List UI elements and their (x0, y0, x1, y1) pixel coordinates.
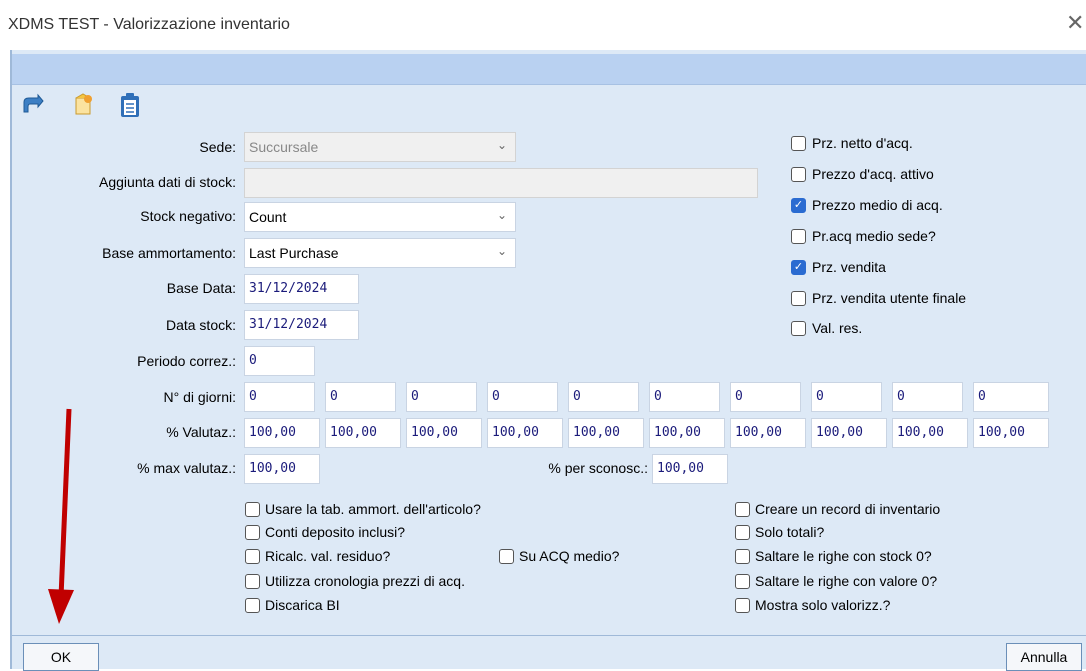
periodo-label: Periodo correz.: (137, 353, 236, 369)
sede-value: Succursale (249, 139, 319, 155)
checkbox-val-res[interactable] (791, 321, 806, 336)
giorni-field[interactable]: 0 (730, 382, 801, 412)
data-stock-label: Data stock: (165, 317, 236, 333)
giorni-label: N° di giorni: (163, 389, 236, 405)
checkbox-label: Prz. vendita utente finale (812, 290, 967, 306)
checkbox-label: Mostra solo valorizz.? (755, 597, 891, 613)
giorni-field[interactable]: 0 (811, 382, 882, 412)
checkbox-prezzo-medio[interactable]: ✓ (791, 198, 806, 213)
valutaz-field[interactable]: 100,00 (811, 418, 887, 448)
checkbox-tab-ammort[interactable] (245, 502, 260, 517)
checkbox-label: Utilizza cronologia prezzi di acq. (265, 573, 465, 589)
checkbox-cronologia-prezzi[interactable] (245, 574, 260, 589)
new-document-icon[interactable] (71, 92, 95, 118)
ok-button[interactable]: OK (23, 643, 99, 671)
valutaz-field[interactable]: 100,00 (487, 418, 563, 448)
checkbox-label: Prezzo medio di acq. (812, 197, 943, 213)
checkbox-label: Discarica BI (265, 597, 340, 613)
giorni-field[interactable]: 0 (406, 382, 477, 412)
checkbox-su-acq-medio[interactable] (499, 549, 514, 564)
annotation-arrow (40, 407, 90, 627)
giorni-field[interactable]: 0 (325, 382, 396, 412)
checkbox-label: Prz. vendita (812, 259, 886, 275)
valutaz-field[interactable]: 100,00 (730, 418, 806, 448)
checkbox-prz-vendita-finale[interactable] (791, 291, 806, 306)
chevron-down-icon: ⌄ (496, 208, 507, 222)
button-bar-divider (12, 635, 1086, 636)
sede-select: Succursale ⌄ (244, 132, 516, 162)
valutaz-label: % Valutaz.: (166, 424, 236, 440)
checkbox-label: Solo totali? (755, 524, 825, 540)
checkbox-prz-vendita[interactable]: ✓ (791, 260, 806, 275)
checkbox-ricalc-val[interactable] (245, 549, 260, 564)
checkbox-pracq-medio-sede[interactable] (791, 229, 806, 244)
valutaz-field[interactable]: 100,00 (325, 418, 401, 448)
stock-negativo-select[interactable]: Count ⌄ (244, 202, 516, 232)
checkbox-label: Creare un record di inventario (755, 501, 941, 517)
checkbox-label: Saltare le righe con stock 0? (755, 548, 932, 564)
chevron-down-icon: ⌄ (496, 244, 507, 258)
valutaz-field[interactable]: 100,00 (244, 418, 320, 448)
sede-label: Sede: (199, 139, 236, 155)
base-data-label: Base Data: (166, 280, 236, 296)
checkbox-discarica-bi[interactable] (245, 598, 260, 613)
checkbox-record-inventario[interactable] (735, 502, 750, 517)
checkbox-solo-totali[interactable] (735, 525, 750, 540)
checkbox-label: Prz. netto d'acq. (812, 135, 913, 151)
aggiunta-field (244, 168, 758, 198)
window-title: XDMS TEST - Valorizzazione inventario (8, 16, 290, 33)
clipboard-icon[interactable] (118, 92, 142, 118)
base-data-field[interactable]: 31/12/2024 (244, 274, 359, 304)
close-icon[interactable]: ✕ (1066, 12, 1084, 34)
cancel-button[interactable]: Annulla (1006, 643, 1082, 671)
giorni-field[interactable]: 0 (892, 382, 963, 412)
undo-icon[interactable] (20, 92, 44, 118)
per-sconosc-label: % per sconosc.: (548, 460, 648, 476)
max-valutaz-label: % max valutaz.: (137, 460, 236, 476)
checkbox-label: Conti deposito inclusi? (265, 524, 406, 540)
chevron-down-icon: ⌄ (496, 138, 507, 152)
giorni-field[interactable]: 0 (568, 382, 639, 412)
checkbox-conti-deposito[interactable] (245, 525, 260, 540)
checkbox-label: Su ACQ medio? (519, 548, 620, 564)
data-stock-field[interactable]: 31/12/2024 (244, 310, 359, 340)
valutaz-field[interactable]: 100,00 (649, 418, 725, 448)
giorni-field[interactable]: 0 (487, 382, 558, 412)
checkbox-label: Pr.acq medio sede? (812, 228, 936, 244)
checkbox-solo-valorizz[interactable] (735, 598, 750, 613)
checkbox-skip-valore-zero[interactable] (735, 574, 750, 589)
periodo-field[interactable]: 0 (244, 346, 315, 376)
per-sconosc-field[interactable]: 100,00 (652, 454, 728, 484)
stock-negativo-label: Stock negativo: (140, 208, 236, 224)
giorni-field[interactable]: 0 (649, 382, 720, 412)
valutaz-field[interactable]: 100,00 (973, 418, 1049, 448)
max-valutaz-field[interactable]: 100,00 (244, 454, 320, 484)
checkbox-label: Prezzo d'acq. attivo (812, 166, 934, 182)
base-ammortamento-label: Base ammortamento: (102, 245, 236, 261)
base-ammortamento-select[interactable]: Last Purchase ⌄ (244, 238, 516, 268)
checkbox-prezzo-acq-attivo[interactable] (791, 167, 806, 182)
valutaz-field[interactable]: 100,00 (568, 418, 644, 448)
header-band (12, 54, 1086, 85)
giorni-field[interactable]: 0 (973, 382, 1049, 412)
checkbox-prz-netto[interactable] (791, 136, 806, 151)
aggiunta-label: Aggiunta dati di stock: (99, 174, 236, 190)
checkbox-label: Saltare le righe con valore 0? (755, 573, 938, 589)
checkbox-label: Val. res. (812, 320, 863, 336)
valutaz-field[interactable]: 100,00 (892, 418, 968, 448)
giorni-field[interactable]: 0 (244, 382, 315, 412)
checkbox-skip-stock-zero[interactable] (735, 549, 750, 564)
base-ammortamento-value: Last Purchase (249, 245, 339, 261)
valutaz-field[interactable]: 100,00 (406, 418, 482, 448)
stock-negativo-value: Count (249, 209, 287, 225)
checkbox-label: Ricalc. val. residuo? (265, 548, 391, 564)
checkbox-label: Usare la tab. ammort. dell'articolo? (265, 501, 481, 517)
